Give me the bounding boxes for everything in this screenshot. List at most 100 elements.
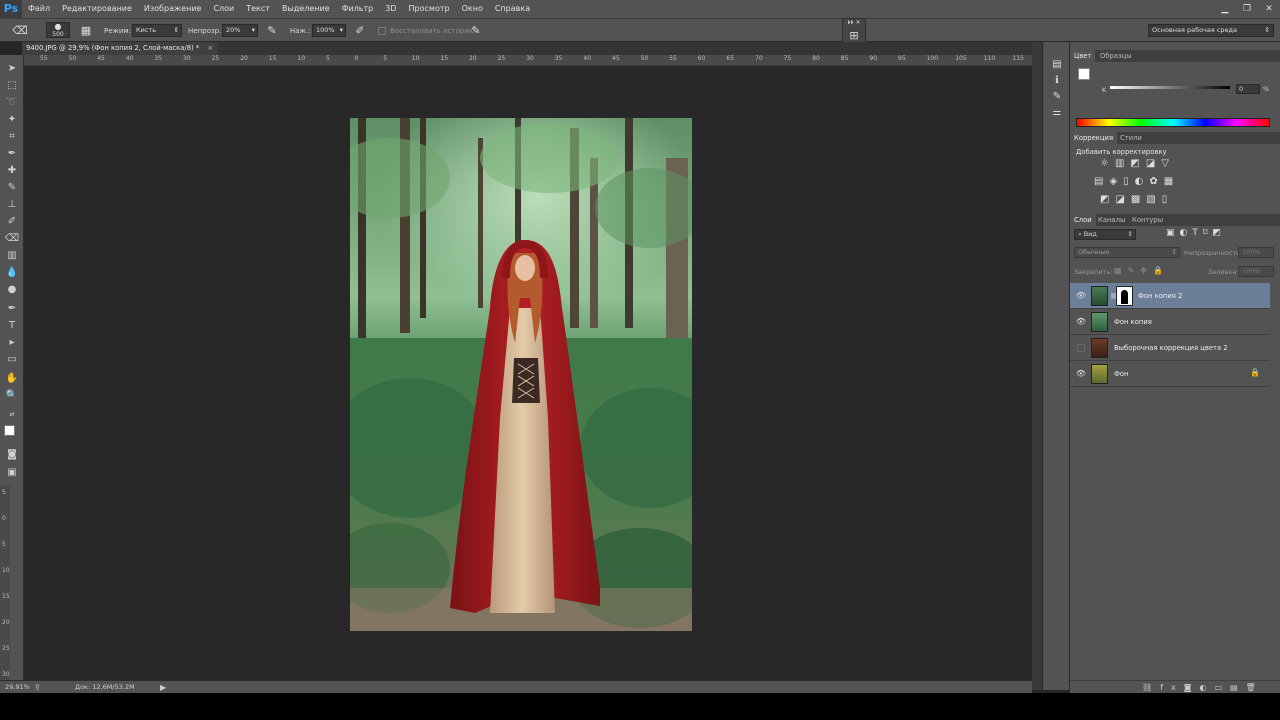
hand-tool-icon[interactable]: ✋	[4, 371, 20, 387]
panel-dock: ▤ ℹ ✎ ⚌	[1042, 42, 1070, 690]
menu-help[interactable]: Справка	[489, 0, 536, 18]
history-icon[interactable]: ▤	[1050, 58, 1064, 72]
brush-presets-icon[interactable]: ✎	[1050, 90, 1064, 104]
layer-opacity-field[interactable]: 100%	[1238, 247, 1274, 258]
adjustment-icons-row-2[interactable]: ▤◈▯◐✿▦	[1094, 176, 1179, 187]
pressure-size-icon[interactable]: ✎	[468, 23, 484, 39]
document-tab[interactable]: 9400.JPG @ 29,9% (Фон копия 2, Слой-маск…	[22, 42, 218, 55]
swap-colors-icon[interactable]: ⇄	[4, 407, 20, 423]
fill-field[interactable]: 100%	[1238, 266, 1274, 277]
screen-mode-icon[interactable]: ▣	[4, 465, 20, 481]
path-selection-tool-icon[interactable]: ▸	[4, 335, 20, 351]
opacity-field[interactable]: 20% ▾	[222, 24, 258, 37]
mode-select[interactable]: Кисть ⇕	[132, 24, 182, 37]
flow-field[interactable]: 100% ▾	[312, 24, 346, 37]
dodge-tool-icon[interactable]: ●	[4, 282, 20, 298]
color-ramp[interactable]	[1076, 118, 1270, 127]
restore-history-checkbox[interactable]	[378, 27, 386, 35]
menu-window[interactable]: Окно	[456, 0, 489, 18]
taskbar-area	[0, 693, 1280, 720]
menu-view[interactable]: Просмотр	[403, 0, 456, 18]
move-tool-icon[interactable]: ➤	[4, 61, 20, 77]
eraser-tool-preset-icon[interactable]: ⌫	[12, 23, 28, 39]
workspace-select[interactable]: Основная рабочая среда ⇕	[1148, 24, 1274, 37]
blur-tool-icon[interactable]: 💧	[4, 265, 20, 281]
eyedropper-tool-icon[interactable]: ✒	[4, 146, 20, 162]
chevron-down-icon: ▾	[339, 26, 343, 34]
layer-row[interactable]: 👁 Фон 🔒	[1070, 361, 1270, 387]
healing-brush-tool-icon[interactable]: ✚	[4, 163, 20, 179]
blend-mode-value: Обычные	[1078, 248, 1110, 256]
airbrush-icon[interactable]: ✐	[352, 23, 368, 39]
eraser-tool-icon[interactable]: ⌫	[4, 231, 20, 247]
tab-adjustments[interactable]: Коррекция	[1070, 132, 1118, 144]
lasso-tool-icon[interactable]: ➰	[4, 95, 20, 111]
zoom-tool-icon[interactable]: 🔍	[4, 388, 20, 404]
close-tab-icon[interactable]: ×	[207, 44, 213, 52]
tab-styles[interactable]: Стили	[1116, 132, 1146, 144]
magic-wand-tool-icon[interactable]: ✦	[4, 112, 20, 128]
restore-icon[interactable]: ❐	[1236, 0, 1258, 18]
properties-icon[interactable]: ℹ	[1050, 74, 1064, 88]
menu-type[interactable]: Текст	[240, 0, 276, 18]
lock-icons[interactable]: ▦✎✥🔒	[1114, 266, 1169, 275]
layer-row[interactable]: 👁 Фон копия	[1070, 309, 1270, 335]
collapse-icon[interactable]: ⏵⏵ ✕	[843, 19, 865, 27]
history-brush-tool-icon[interactable]: ✐	[4, 214, 20, 230]
eye-icon[interactable]: 👁	[1075, 316, 1087, 328]
adjustment-icons-row-1[interactable]: ☼▥◩◪▽	[1100, 158, 1175, 169]
ruler-tick-label: 90	[869, 55, 878, 62]
minimize-icon[interactable]: ▁	[1214, 0, 1236, 18]
layer-filter-icons[interactable]: ▣◐T⌑◩	[1166, 228, 1226, 238]
tab-paths[interactable]: Контуры	[1128, 214, 1167, 226]
brush-panel-icon[interactable]: ▦	[78, 23, 94, 39]
type-tool-icon[interactable]: T	[4, 318, 20, 334]
visibility-off-box[interactable]	[1077, 344, 1085, 352]
tab-layers[interactable]: Слои	[1070, 214, 1096, 226]
quick-mask-icon[interactable]: ◙	[4, 447, 20, 463]
ruler-tick-label: 110	[983, 55, 996, 62]
eye-icon[interactable]: 👁	[1075, 368, 1087, 380]
ruler-tick-label: 25	[497, 55, 506, 62]
brush-size-picker[interactable]: ● 500	[46, 22, 70, 38]
pressure-opacity-icon[interactable]: ✎	[264, 23, 280, 39]
sliders-icon[interactable]: ⚌	[1050, 106, 1064, 120]
gradient-tool-icon[interactable]: ▥	[4, 248, 20, 264]
adjustment-icons-row-3[interactable]: ◩◪▩▧▯	[1100, 194, 1173, 205]
tab-channels[interactable]: Каналы	[1094, 214, 1129, 226]
eye-icon[interactable]: 👁	[1075, 290, 1087, 302]
clone-stamp-tool-icon[interactable]: ⊥	[4, 197, 20, 213]
layer-row[interactable]: Выборочная коррекция цвета 2	[1070, 335, 1270, 361]
ruler-tick-label: 15	[440, 55, 449, 62]
layer-row[interactable]: 👁 ⛓ Фон копия 2	[1070, 283, 1270, 309]
mode-label: Режим:	[104, 27, 132, 35]
ruler-tick-label: 15	[268, 55, 277, 62]
menu-3d[interactable]: 3D	[379, 0, 402, 18]
menu-image[interactable]: Изображение	[138, 0, 208, 18]
shape-tool-icon[interactable]: ▭	[4, 352, 20, 368]
foreground-color-swatch[interactable]	[4, 425, 15, 436]
k-value-field[interactable]: 0	[1236, 84, 1260, 94]
ruler-tick-label: 45	[612, 55, 620, 62]
layers-panel-tabs: Слои Каналы Контуры	[1070, 214, 1280, 226]
marquee-tool-icon[interactable]: ⬚	[4, 78, 20, 94]
menu-select[interactable]: Выделение	[276, 0, 336, 18]
menu-layers[interactable]: Слои	[207, 0, 240, 18]
layer-mask-thumbnail[interactable]	[1116, 286, 1133, 306]
layer-filter-select[interactable]: ⌕ Вид ⇕	[1074, 229, 1136, 240]
document-image[interactable]	[350, 118, 692, 631]
close-icon[interactable]: ✕	[1258, 0, 1280, 18]
layer-thumbnail	[1091, 286, 1108, 306]
tab-swatches[interactable]: Образцы	[1096, 50, 1136, 62]
blend-mode-select[interactable]: Обычные ⇕	[1074, 247, 1180, 258]
menu-file[interactable]: Файл	[22, 0, 56, 18]
tab-color[interactable]: Цвет	[1070, 50, 1096, 62]
crop-tool-icon[interactable]: ⌗	[4, 129, 20, 145]
brush-tool-icon[interactable]: ✎	[4, 180, 20, 196]
forest-photo	[350, 118, 692, 631]
menu-filter[interactable]: Фильтр	[336, 0, 380, 18]
menu-edit[interactable]: Редактирование	[56, 0, 138, 18]
pen-tool-icon[interactable]: ✒	[4, 301, 20, 317]
foreground-color-swatch[interactable]	[1078, 68, 1090, 80]
k-slider[interactable]	[1110, 86, 1230, 89]
